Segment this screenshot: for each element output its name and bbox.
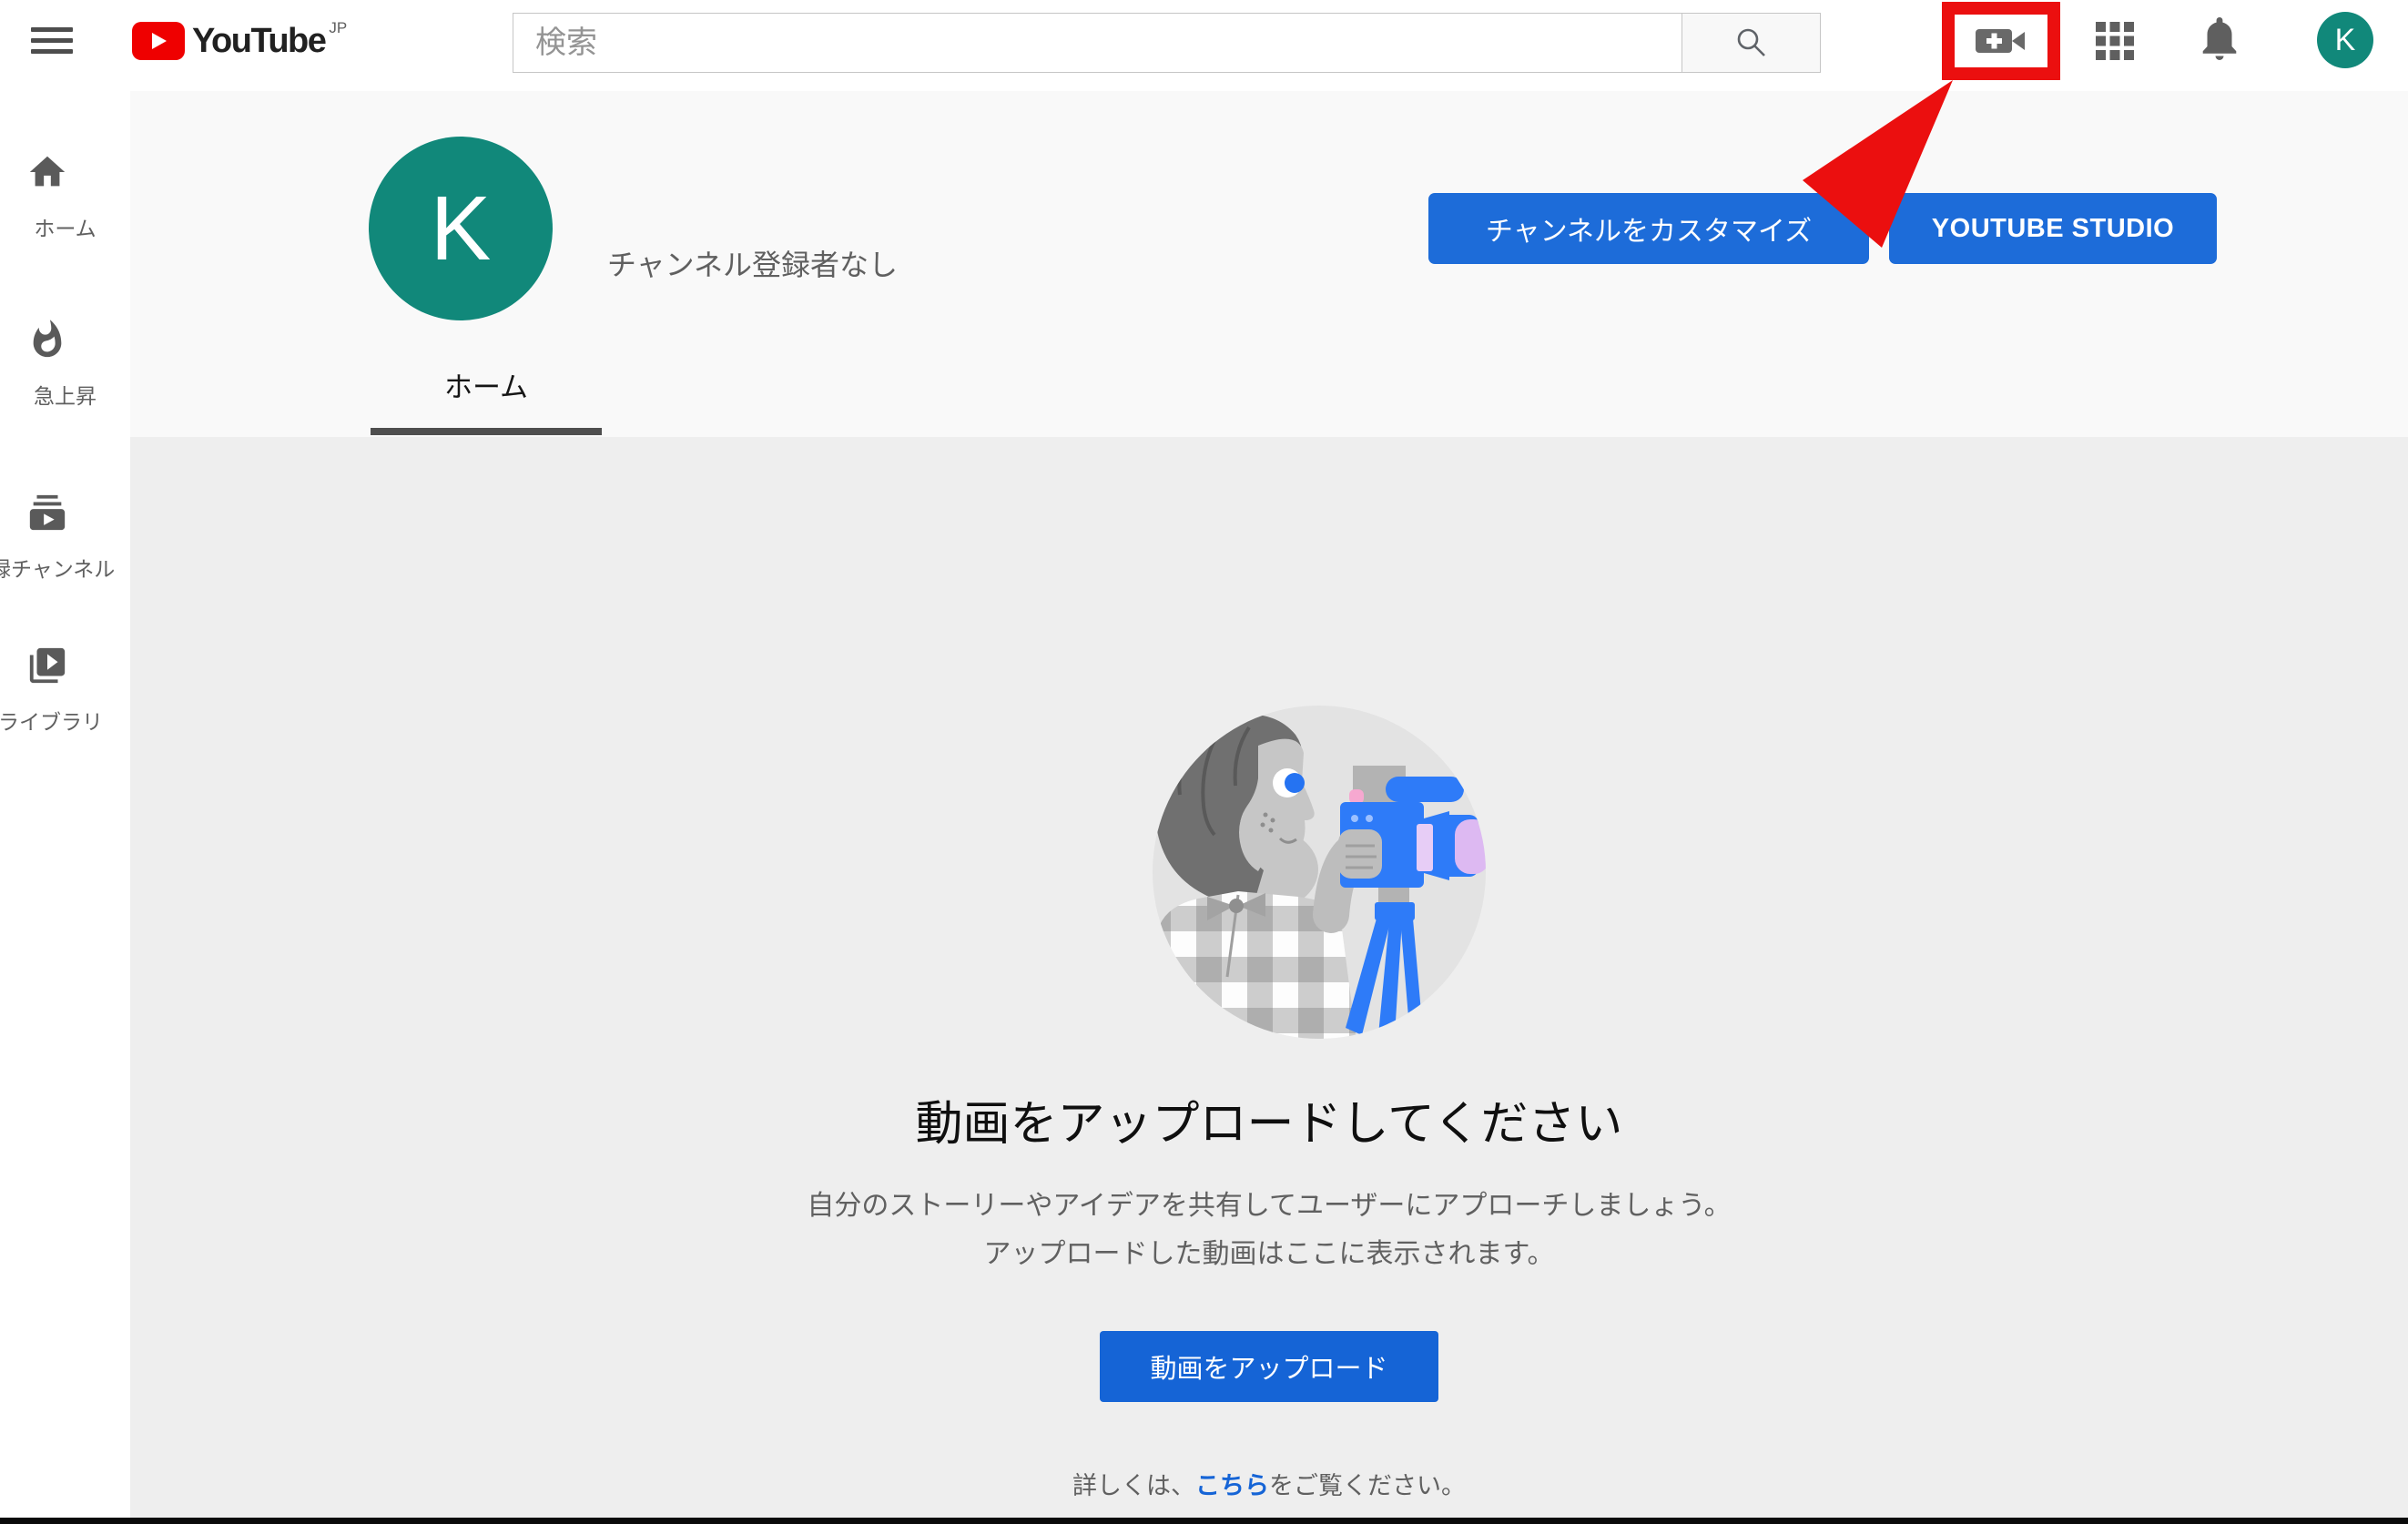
learn-more-text: 詳しくは、こちらをご覧ください。 xyxy=(130,1466,2408,1501)
upload-video-button[interactable]: 動画をアップロード xyxy=(1100,1331,1438,1402)
sidebar-item-label: 登録チャンネル xyxy=(0,552,115,583)
video-camera-plus-icon xyxy=(1976,25,2027,57)
subscriptions-icon xyxy=(26,492,68,533)
search-input[interactable] xyxy=(513,13,1682,73)
learn-more-link[interactable]: こちら xyxy=(1195,1472,1269,1499)
sidebar-item-library[interactable]: ライブラリ xyxy=(0,645,130,754)
hamburger-menu-icon[interactable] xyxy=(31,27,73,58)
footer-prefix: 詳しくは、 xyxy=(1072,1472,1195,1499)
youtube-studio-button[interactable]: YOUTUBE STUDIO xyxy=(1889,193,2217,264)
sidebar-item-label: 急上昇 xyxy=(0,379,130,410)
account-avatar[interactable]: K xyxy=(2317,12,2373,68)
home-icon xyxy=(26,151,68,193)
bell-icon xyxy=(2198,15,2241,64)
active-tab-underline xyxy=(371,428,602,435)
create-video-button annotation-highlight-box[interactable] xyxy=(1942,2,2060,80)
description-line-1: 自分のストーリーやアイデアを共有してユーザーにアプローチしましょう。 xyxy=(130,1182,2408,1230)
sidebar-item-label: ライブラリ xyxy=(0,705,103,736)
top-bar: YouTube JP xyxy=(0,0,2408,91)
empty-state-description: 自分のストーリーやアイデアを共有してユーザーにアプローチしましょう。 アップロー… xyxy=(130,1182,2408,1278)
youtube-logo-text: YouTube xyxy=(192,20,325,62)
channel-avatar-initial: K xyxy=(431,177,492,281)
library-icon xyxy=(26,645,68,686)
footer-suffix: をご覧ください。 xyxy=(1269,1472,1466,1499)
upload-illustration person-with-video-camera-icon xyxy=(1120,676,1520,1059)
youtube-channel-page: YouTube JP xyxy=(0,0,2408,1524)
sidebar-item-subscriptions[interactable]: 登録チャンネル xyxy=(0,492,130,601)
notifications-button[interactable] xyxy=(2198,15,2241,64)
grid-icon xyxy=(2095,21,2135,61)
sidebar-item-trending[interactable]: 急上昇 xyxy=(0,319,130,428)
avatar-initial: K xyxy=(2335,23,2356,58)
sidebar: ホーム 急上昇 登録チャンネル ライブラリ xyxy=(0,91,130,1519)
empty-state-title: 動画をアップロードしてください xyxy=(130,1085,2408,1153)
search-icon xyxy=(1733,25,1770,61)
window-bottom-edge xyxy=(0,1518,2408,1524)
sidebar-item-label: ホーム xyxy=(0,211,130,242)
channel-header: K チャンネル登録者なし チャンネルをカスタマイズ YOUTUBE STUDIO… xyxy=(130,91,2408,437)
youtube-play-icon xyxy=(132,22,185,60)
search-bar xyxy=(513,13,1821,73)
channel-home-empty-state: 動画をアップロードしてください 自分のストーリーやアイデアを共有してユーザーにア… xyxy=(130,437,2408,1519)
logo-region-label: JP xyxy=(329,20,347,36)
description-line-2: アップロードした動画はここに表示されます。 xyxy=(130,1230,2408,1278)
youtube-logo[interactable]: YouTube JP xyxy=(132,20,347,62)
sidebar-item-home[interactable]: ホーム xyxy=(0,151,130,260)
subscriber-count-text: チャンネル登録者なし xyxy=(607,242,898,284)
tab-home[interactable]: ホーム xyxy=(371,364,602,405)
apps-button[interactable] xyxy=(2095,21,2135,61)
channel-avatar[interactable]: K xyxy=(369,137,553,320)
customize-channel-button[interactable]: チャンネルをカスタマイズ xyxy=(1428,193,1869,264)
search-button[interactable] xyxy=(1682,13,1821,73)
fire-icon xyxy=(26,319,68,361)
